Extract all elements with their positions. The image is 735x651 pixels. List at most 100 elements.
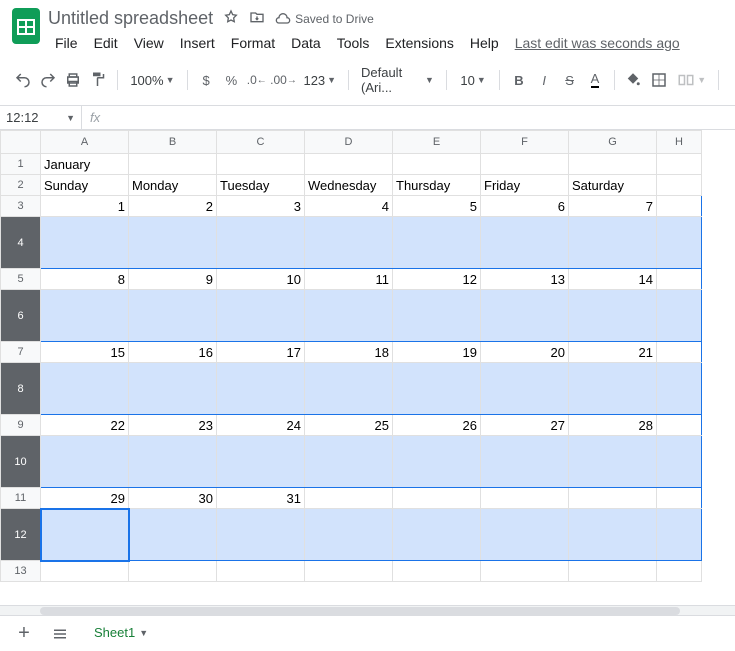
cell[interactable]: 30 (129, 488, 217, 509)
menu-edit[interactable]: Edit (87, 31, 125, 55)
cell[interactable]: 18 (305, 342, 393, 363)
cell[interactable] (41, 561, 129, 582)
cell[interactable]: 27 (481, 415, 569, 436)
cell[interactable] (305, 509, 393, 561)
number-format-dropdown[interactable]: 123▼ (299, 71, 340, 90)
cell[interactable] (393, 363, 481, 415)
cell[interactable] (657, 436, 702, 488)
sheet-tab[interactable]: Sheet1▼ (84, 619, 158, 648)
cell[interactable] (569, 154, 657, 175)
row-header[interactable]: 7 (1, 342, 41, 363)
print-icon[interactable] (63, 68, 84, 92)
move-icon[interactable] (249, 9, 265, 28)
cell[interactable] (217, 290, 305, 342)
cell[interactable] (305, 436, 393, 488)
cell[interactable] (217, 154, 305, 175)
col-header-g[interactable]: G (569, 131, 657, 154)
cell[interactable]: 1 (41, 196, 129, 217)
cell[interactable] (481, 363, 569, 415)
menu-file[interactable]: File (48, 31, 85, 55)
cell[interactable] (657, 290, 702, 342)
cell[interactable]: 8 (41, 269, 129, 290)
cell[interactable] (569, 488, 657, 509)
cell[interactable] (481, 436, 569, 488)
cell-active[interactable] (41, 509, 129, 561)
cell[interactable] (657, 196, 702, 217)
cell[interactable] (481, 217, 569, 269)
cell[interactable] (305, 488, 393, 509)
cell[interactable] (217, 363, 305, 415)
last-edit-link[interactable]: Last edit was seconds ago (508, 31, 687, 55)
italic-icon[interactable]: I (534, 68, 555, 92)
increase-decimal-icon[interactable]: .00→ (271, 68, 295, 92)
menu-format[interactable]: Format (224, 31, 282, 55)
zoom-dropdown[interactable]: 100%▼ (126, 71, 178, 90)
cell[interactable] (569, 290, 657, 342)
col-header-e[interactable]: E (393, 131, 481, 154)
cell[interactable] (657, 488, 702, 509)
cell[interactable] (305, 290, 393, 342)
cell[interactable]: 24 (217, 415, 305, 436)
cell[interactable]: Thursday (393, 175, 481, 196)
cell[interactable] (569, 363, 657, 415)
cell[interactable] (657, 217, 702, 269)
cell[interactable] (481, 561, 569, 582)
cell[interactable]: 3 (217, 196, 305, 217)
menu-view[interactable]: View (127, 31, 171, 55)
cell[interactable]: 9 (129, 269, 217, 290)
cell[interactable]: 31 (217, 488, 305, 509)
cell[interactable]: 26 (393, 415, 481, 436)
cell[interactable] (129, 561, 217, 582)
all-sheets-icon[interactable] (48, 622, 72, 646)
col-header-f[interactable]: F (481, 131, 569, 154)
text-color-icon[interactable]: A (584, 68, 605, 92)
cell[interactable]: 13 (481, 269, 569, 290)
cell[interactable] (305, 561, 393, 582)
cell[interactable] (657, 415, 702, 436)
cell[interactable] (129, 436, 217, 488)
sheets-logo[interactable] (12, 8, 40, 44)
row-header[interactable]: 10 (1, 436, 41, 488)
cell[interactable]: January (41, 154, 129, 175)
horizontal-scrollbar[interactable] (0, 605, 735, 615)
cell[interactable] (569, 436, 657, 488)
cell[interactable]: 25 (305, 415, 393, 436)
redo-icon[interactable] (37, 68, 58, 92)
cell[interactable] (657, 509, 702, 561)
col-header-c[interactable]: C (217, 131, 305, 154)
row-header[interactable]: 2 (1, 175, 41, 196)
cell[interactable]: 6 (481, 196, 569, 217)
formula-bar[interactable] (108, 106, 735, 129)
select-all-corner[interactable] (1, 131, 41, 154)
row-header[interactable]: 11 (1, 488, 41, 509)
cell[interactable]: Wednesday (305, 175, 393, 196)
fill-color-icon[interactable] (623, 68, 644, 92)
undo-icon[interactable] (12, 68, 33, 92)
cell[interactable]: Tuesday (217, 175, 305, 196)
merge-dropdown[interactable]: ▼ (673, 69, 710, 91)
cell[interactable] (129, 290, 217, 342)
cell[interactable] (657, 269, 702, 290)
cell[interactable] (393, 290, 481, 342)
cell[interactable] (129, 154, 217, 175)
decrease-decimal-icon[interactable]: .0← (246, 68, 267, 92)
col-header-d[interactable]: D (305, 131, 393, 154)
cell[interactable]: Sunday (41, 175, 129, 196)
star-icon[interactable] (223, 9, 239, 28)
cell[interactable] (481, 154, 569, 175)
cell[interactable]: 19 (393, 342, 481, 363)
cell[interactable] (129, 509, 217, 561)
cell[interactable] (305, 363, 393, 415)
col-header-a[interactable]: A (41, 131, 129, 154)
cell[interactable]: 20 (481, 342, 569, 363)
row-header[interactable]: 1 (1, 154, 41, 175)
menu-extensions[interactable]: Extensions (378, 31, 460, 55)
strike-icon[interactable]: S (559, 68, 580, 92)
cell[interactable]: 12 (393, 269, 481, 290)
add-sheet-icon[interactable]: + (12, 622, 36, 646)
cell[interactable] (217, 436, 305, 488)
cell[interactable]: 10 (217, 269, 305, 290)
cell[interactable] (217, 561, 305, 582)
cell[interactable]: 7 (569, 196, 657, 217)
cell[interactable]: 5 (393, 196, 481, 217)
